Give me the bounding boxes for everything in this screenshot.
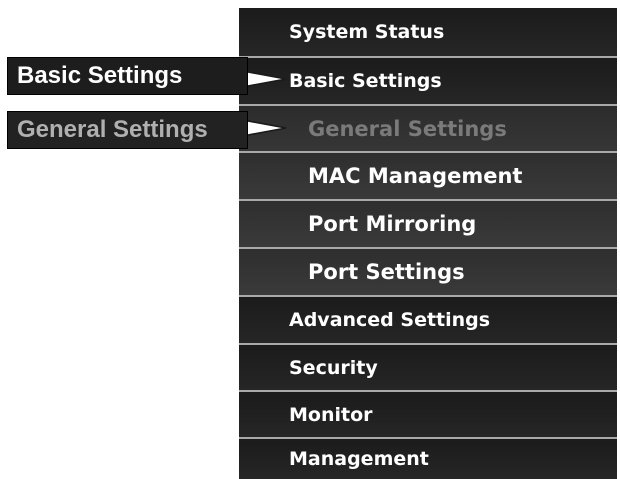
menu-item-label: System Status — [289, 21, 445, 43]
callout-label: Basic Settings — [17, 62, 183, 89]
callout-label: General Settings — [17, 116, 208, 143]
menu-item-basic-settings[interactable]: Basic Settings — [239, 58, 617, 104]
menu-item-advanced-settings[interactable]: Advanced Settings — [239, 297, 617, 343]
menu-item-label: Basic Settings — [289, 70, 442, 92]
navigation-menu: System Status Basic Settings General Set… — [239, 8, 617, 479]
screen: System Status Basic Settings General Set… — [0, 0, 620, 479]
menu-item-monitor[interactable]: Monitor — [239, 392, 617, 437]
menu-item-label: Monitor — [289, 403, 373, 426]
menu-item-mac-management[interactable]: MAC Management — [239, 153, 617, 199]
menu-item-label: Security — [289, 356, 378, 379]
menu-item-security[interactable]: Security — [239, 345, 617, 390]
menu-item-port-mirroring[interactable]: Port Mirroring — [239, 201, 617, 247]
menu-item-label: General Settings — [308, 116, 507, 141]
menu-item-label: Port Mirroring — [308, 212, 477, 236]
menu-item-label: MAC Management — [308, 164, 523, 188]
menu-item-port-settings[interactable]: Port Settings — [239, 249, 617, 295]
menu-item-general-settings[interactable]: General Settings — [239, 106, 617, 151]
menu-item-label: Advanced Settings — [289, 309, 491, 331]
menu-item-system-status[interactable]: System Status — [239, 8, 617, 56]
menu-item-label: Management — [289, 448, 429, 470]
menu-item-management[interactable]: Management — [239, 439, 617, 479]
callout-general-settings: General Settings — [7, 111, 248, 149]
menu-item-label: Port Settings — [308, 260, 465, 284]
callout-basic-settings: Basic Settings — [7, 57, 248, 95]
